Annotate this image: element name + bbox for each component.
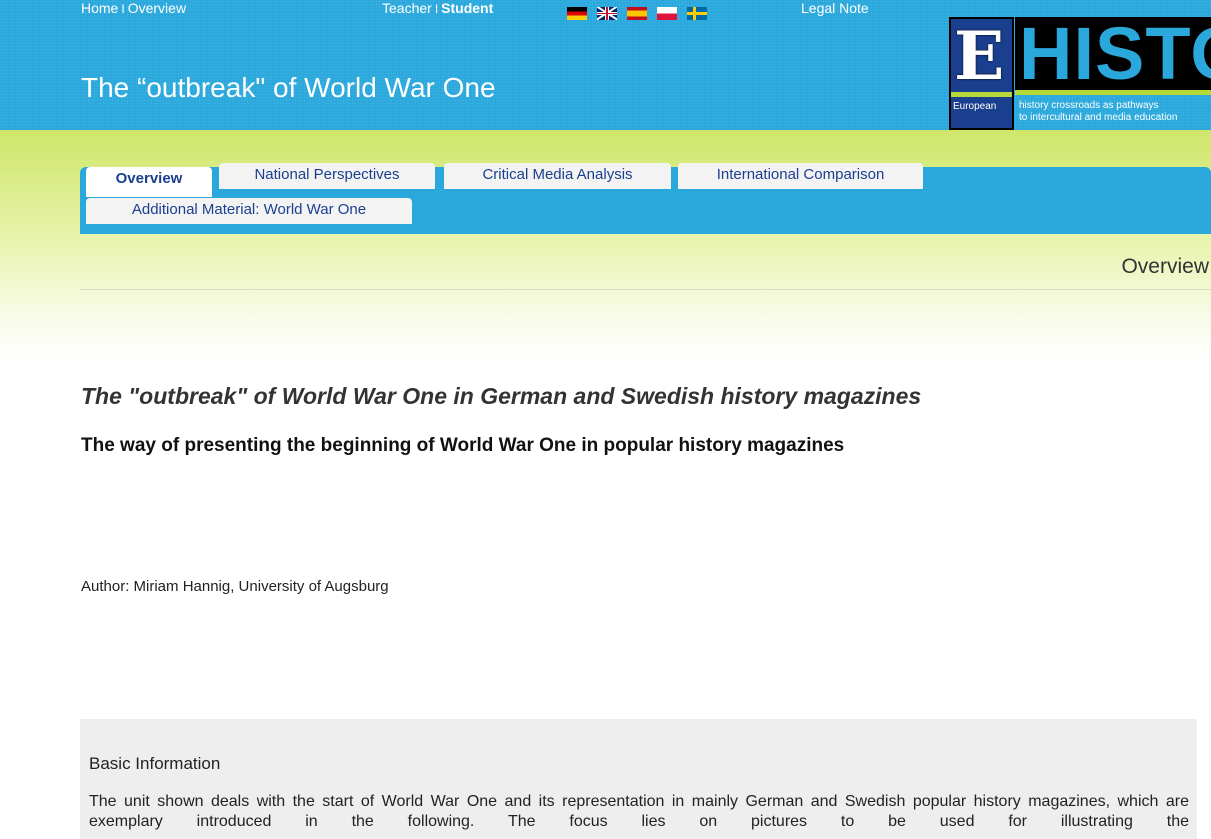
- tab-critical-media-analysis[interactable]: Critical Media Analysis: [444, 163, 671, 189]
- page-tagline: The way of presenting the beginning of W…: [81, 435, 845, 456]
- logo-subtitle-line1: history crossroads as pathways: [1019, 100, 1159, 111]
- logo-stripe: [951, 92, 1012, 97]
- tab-overview[interactable]: Overview: [86, 167, 212, 197]
- logo-subtitle: history crossroads as pathways to interc…: [1019, 100, 1177, 124]
- tab-international-comparison[interactable]: International Comparison: [678, 163, 923, 189]
- heading-divider: [80, 289, 1211, 290]
- role-nav: Teacher I Student: [382, 0, 493, 16]
- logo-word: HISTO: [1019, 12, 1211, 95]
- basic-information-text: The unit shown deals with the start of W…: [89, 793, 1189, 830]
- student-link[interactable]: Student: [441, 0, 493, 16]
- basic-information-box: Basic Information The unit shown deals w…: [80, 719, 1197, 839]
- section-heading: Overview: [1121, 255, 1209, 278]
- page-subtitle: The "outbreak" of World War One in Germa…: [81, 383, 922, 409]
- tab-additional-material[interactable]: Additional Material: World War One: [86, 198, 412, 224]
- site-title: The “outbreak" of World War One: [81, 72, 496, 103]
- basic-information-title: Basic Information: [89, 754, 221, 773]
- language-flags: [567, 7, 707, 20]
- nav-separator: I: [434, 2, 439, 16]
- home-overview-nav: Home I Overview: [81, 0, 186, 16]
- logo-letter: E: [954, 17, 1005, 95]
- swedish-flag-icon[interactable]: [687, 7, 707, 20]
- german-flag-icon[interactable]: [567, 7, 587, 20]
- logo-small-label: European: [953, 101, 997, 112]
- tab-bar: Overview National Perspectives Critical …: [80, 163, 1211, 234]
- overview-link[interactable]: Overview: [128, 0, 186, 16]
- uk-flag-icon[interactable]: [597, 7, 617, 20]
- nav-separator: I: [121, 2, 125, 16]
- legal-note-link[interactable]: Legal Note: [801, 0, 869, 16]
- tab-national-perspectives[interactable]: National Perspectives: [219, 163, 435, 189]
- polish-flag-icon[interactable]: [657, 7, 677, 20]
- logo-word-block: HISTO: [1015, 12, 1211, 95]
- legal-nav: Legal Note: [801, 0, 869, 16]
- ehisto-logo[interactable]: E European HISTO history crossroads as p…: [949, 12, 1211, 130]
- site-header: Home I Overview Teacher I Student Legal Note…: [0, 0, 1211, 130]
- logo-subtitle-line2: to intercultural and media education: [1019, 112, 1178, 123]
- logo-e-block: E European: [949, 17, 1014, 130]
- spanish-flag-icon[interactable]: [627, 7, 647, 20]
- teacher-link[interactable]: Teacher: [382, 0, 432, 16]
- author-line: Author: Miriam Hannig, University of Aug…: [81, 578, 389, 595]
- logo-stripe: [1015, 90, 1211, 95]
- home-link[interactable]: Home: [81, 0, 118, 16]
